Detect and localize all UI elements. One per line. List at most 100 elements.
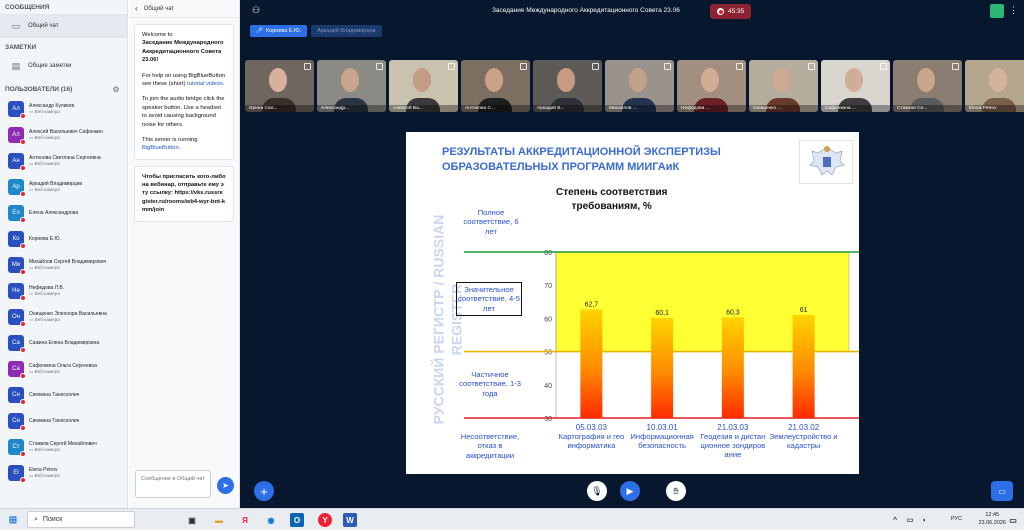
user-list-item[interactable]: Он Онищенко Элеонора Васильевна ▭ Веб-каме…: [0, 304, 127, 330]
gear-icon[interactable]: ⚙: [110, 83, 122, 95]
yandex-icon[interactable]: Я: [238, 513, 252, 527]
webcam-name: Онищенко ...: [749, 105, 818, 112]
webcam-tile[interactable]: Нефедова ...: [677, 60, 746, 112]
chat-message-input[interactable]: Сообщение в Общий чат: [135, 470, 211, 498]
webcam-tile[interactable]: Александр...: [317, 60, 386, 112]
talking-indicator[interactable]: Аркадий Владимирцев: [311, 25, 382, 37]
fullscreen-icon[interactable]: [304, 63, 311, 70]
invite-message: Чтобы пригласить кого-либо на вебинар, о…: [134, 165, 234, 222]
webcam-name: Антонова С...: [461, 105, 530, 112]
windows-start-icon[interactable]: ⊞: [6, 513, 20, 527]
notes-icon: ▤: [11, 60, 21, 71]
chevron-left-icon[interactable]: ‹: [135, 4, 138, 13]
user-list-item[interactable]: Са Сафонкина Ольга Сергеевна ▭ Веб-камера: [0, 356, 127, 382]
webcam-tile[interactable]: Ирина Сал...: [245, 60, 314, 112]
user-webcam-status: ▭ Веб-камера: [29, 135, 103, 141]
user-list-item[interactable]: Ан Антонова Светлана Сергеевна ▭ Веб-камер…: [0, 148, 127, 174]
participant-face: [341, 68, 359, 92]
category-name-label: Землеустройство и кадастры: [770, 432, 838, 450]
user-list-item[interactable]: Сн Сиюмана Таносхолич: [0, 408, 127, 434]
network-icon[interactable]: ▭: [903, 513, 917, 527]
tutorial-link[interactable]: tutorial videos: [187, 81, 223, 87]
participant-face: [557, 68, 575, 92]
microphone-icon: 🎤︎: [256, 28, 263, 34]
fullscreen-icon[interactable]: [952, 63, 959, 70]
send-icon: ➤: [222, 481, 229, 490]
clock-date: 23.06.2026: [978, 519, 1006, 526]
user-list-item[interactable]: Ми Михайлов Сергей Владимирович ▭ Веб-каме…: [0, 252, 127, 278]
recording-indicator[interactable]: 45:35: [710, 4, 752, 19]
fullscreen-icon[interactable]: [664, 63, 671, 70]
webcam-name: Стажков Се...: [893, 105, 962, 112]
taskbar-search[interactable]: ⌕ Поиск: [27, 511, 135, 528]
webcam-tile[interactable]: Стажков Се...: [893, 60, 962, 112]
yandex-browser-icon[interactable]: Y: [318, 513, 332, 527]
user-list-item[interactable]: Ар Аркадий Владимирцев ▭ Веб-камера: [0, 174, 127, 200]
user-list-item[interactable]: Сн Сиюмана Таносхолич: [0, 382, 127, 408]
language-indicator[interactable]: РУС: [951, 516, 962, 522]
word-icon[interactable]: W: [343, 513, 357, 527]
help-text: For help on using BigBlueButton see thes…: [142, 72, 226, 89]
webcam-tile[interactable]: Алексей Ва...: [389, 60, 458, 112]
webcam-tile[interactable]: Михайлов ...: [605, 60, 674, 112]
webcam-tile[interactable]: Elena Petrov: [965, 60, 1024, 112]
category-code-label: 05.03.03: [576, 423, 608, 432]
webcam-tile[interactable]: Онищенко ...: [749, 60, 818, 112]
status-dot: [20, 399, 26, 405]
clock[interactable]: 12:45 23.06.2026: [978, 512, 1006, 527]
webcam-tile[interactable]: Антонова С...: [461, 60, 530, 112]
fullscreen-icon[interactable]: [376, 63, 383, 70]
notifications-icon[interactable]: ▭: [1006, 513, 1020, 527]
fullscreen-icon[interactable]: [880, 63, 887, 70]
fullscreen-icon[interactable]: [736, 63, 743, 70]
avatar-initials: Сн: [12, 418, 20, 424]
volume-icon[interactable]: ◖: [917, 513, 931, 527]
camera-button[interactable]: ▶: [620, 481, 640, 501]
y-tick-label: 50: [544, 350, 552, 357]
fullscreen-icon[interactable]: [808, 63, 815, 70]
avatar: Са: [8, 335, 26, 353]
file-explorer-icon[interactable]: ▬: [212, 513, 226, 527]
user-list-item[interactable]: Ст Стажков Сергей Михайлович ▭ Веб-камера: [0, 434, 127, 460]
bbb-link[interactable]: BigBlueButton: [142, 145, 179, 151]
fullscreen-icon[interactable]: [520, 63, 527, 70]
send-button[interactable]: ➤: [217, 477, 234, 494]
avatar-initials: Сн: [12, 392, 20, 398]
talking-indicator-active[interactable]: 🎤︎ Корнева Е.Ю.: [250, 25, 308, 37]
edge-icon[interactable]: ◉: [264, 513, 278, 527]
user-name: Сажина Елена Владимировна: [29, 339, 100, 346]
user-list-item[interactable]: Ал Алексей Васильевич Сафонкин ▭ Веб-камер…: [0, 122, 127, 148]
mute-button[interactable]: 🎙︎: [587, 481, 607, 501]
actions-button[interactable]: +: [254, 481, 274, 501]
task-view-icon[interactable]: ▣: [185, 513, 199, 527]
webcam-name: Алексей Ва...: [389, 105, 458, 112]
status-dot: [20, 165, 26, 171]
category-code-label: 21.03.03: [717, 423, 749, 432]
screen-layout-button[interactable]: ▭: [991, 481, 1013, 501]
user-list-toggle-icon[interactable]: ⚇: [252, 5, 260, 16]
more-options-icon[interactable]: ⋮: [1009, 5, 1018, 16]
fullscreen-icon[interactable]: [448, 63, 455, 70]
avatar-initials: Ар: [12, 184, 20, 190]
outlook-icon[interactable]: O: [290, 513, 304, 527]
public-chat-item[interactable]: ▭ Общий чат: [0, 14, 127, 38]
left-sidebar: СООБЩЕНИЯ ▭ Общий чат ЗАМЕТКИ ▤ Общие за…: [0, 0, 128, 508]
windows-taskbar: ⊞ ⌕ Поиск ▣ ▬ Я ◉ O Y W ^ ▭ ◖ РУС 12:45 2…: [0, 508, 1024, 530]
shared-notes-item[interactable]: ▤ Общие заметки: [0, 54, 127, 78]
user-list-item[interactable]: Са Сажина Елена Владимировна: [0, 330, 127, 356]
tray-chevron-icon[interactable]: ^: [888, 513, 902, 527]
webcam-tile[interactable]: Аркадий В...: [533, 60, 602, 112]
connection-status-icon[interactable]: [990, 4, 1004, 18]
user-list-item[interactable]: Не Нефедова Л.В. ▭ Веб-камера: [0, 278, 127, 304]
user-list-item[interactable]: Ал Александр Куликов ▭ Веб-камера: [0, 96, 127, 122]
help-text-2: .: [222, 80, 225, 87]
top-bar: ⚇ Заседание Международного Аккредитацион…: [240, 0, 1024, 22]
user-list-item[interactable]: Ко Корнева Е.Ю.: [0, 226, 127, 252]
avatar-initials: Ми: [11, 262, 21, 268]
user-list-item[interactable]: Ел Елена Александрова: [0, 200, 127, 226]
webcam-tile[interactable]: Сафонкина ...: [821, 60, 890, 112]
camera-icon: ▶: [626, 485, 634, 496]
raise-hand-button[interactable]: ✋︎: [666, 481, 686, 501]
fullscreen-icon[interactable]: [592, 63, 599, 70]
user-list-item[interactable]: El Elena Petrov ▭ Веб-камера: [0, 460, 127, 486]
